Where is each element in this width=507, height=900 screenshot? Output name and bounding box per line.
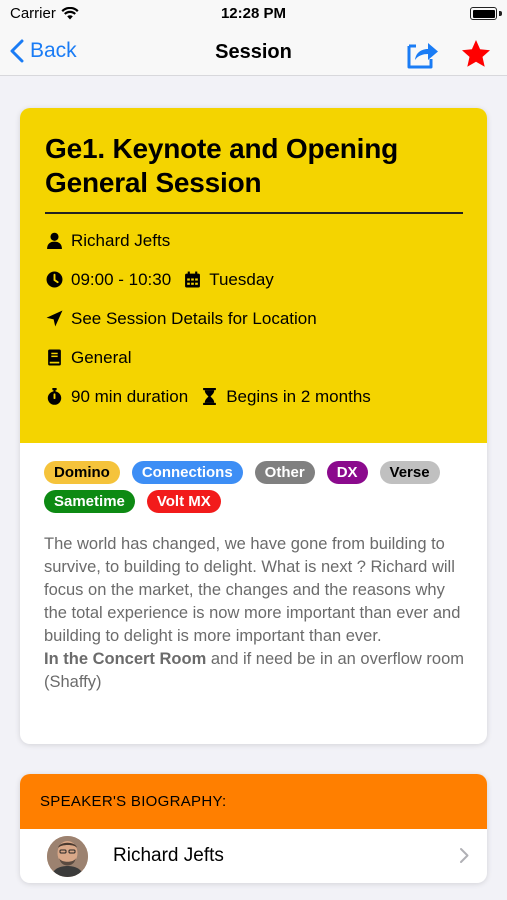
battery-icon (470, 7, 497, 20)
battery-level (472, 9, 495, 18)
speaker-link-name: Richard Jefts (113, 845, 224, 866)
tag-dx[interactable]: DX (326, 461, 368, 484)
chevron-right-icon (460, 848, 469, 863)
duration-row: 90 min duration Begins in 2 months (45, 377, 463, 416)
session-body: Domino Connections Other DX Verse Sameti… (20, 443, 487, 694)
title-divider (45, 212, 463, 214)
clock-icon (45, 271, 63, 289)
session-duration: 90 min duration (71, 386, 189, 406)
session-title-line-1: Ge1. Keynote and Opening (45, 133, 399, 164)
share-button[interactable] (406, 38, 440, 70)
room-name: In the Concert Room (44, 650, 207, 668)
session-description: The world has changed, we have gone from… (44, 535, 461, 645)
status-bar: Carrier 12:28 PM (0, 0, 507, 30)
session-card: Ge1. Keynote and Opening General Session… (20, 108, 487, 744)
avatar (47, 836, 88, 877)
stopwatch-icon (45, 388, 63, 406)
tag-sametime[interactable]: Sametime (44, 490, 135, 513)
book-icon (45, 349, 63, 367)
session-begins: Begins in 2 months (226, 386, 371, 406)
status-time: 12:28 PM (220, 5, 287, 22)
location-row: See Session Details for Location (45, 299, 463, 338)
user-icon (45, 232, 63, 250)
share-icon (407, 43, 438, 69)
tag-list: Domino Connections Other DX Verse Sameti… (44, 461, 444, 513)
session-title-line-2: General Session (45, 167, 262, 198)
speaker-row-link[interactable]: Richard Jefts (20, 829, 487, 883)
speaker-row: Richard Jefts (45, 221, 463, 260)
tag-other[interactable]: Other (254, 461, 315, 484)
location-arrow-icon (45, 310, 63, 328)
calendar-icon (183, 271, 201, 289)
session-time: 09:00 - 10:30 (71, 269, 172, 289)
session-header: Ge1. Keynote and Opening General Session… (20, 108, 487, 443)
session-title: Ge1. Keynote and Opening General Session (45, 132, 463, 200)
session-track: General (71, 347, 132, 367)
track-row: General (45, 338, 463, 377)
star-icon (462, 40, 490, 67)
speaker-name: Richard Jefts (71, 230, 171, 250)
tag-domino[interactable]: Domino (44, 461, 120, 484)
battery-cap (499, 11, 502, 16)
session-location: See Session Details for Location (71, 308, 317, 328)
tag-verse[interactable]: Verse (379, 461, 440, 484)
session-day: Tuesday (209, 269, 274, 289)
biography-header: SPEAKER'S BIOGRAPHY: (20, 774, 487, 829)
session-room: In the Concert Room and if need be in an… (44, 648, 464, 694)
speaker-biography-card: SPEAKER'S BIOGRAPHY: Richard Jefts (20, 774, 487, 883)
time-row: 09:00 - 10:30 Tuesday (45, 260, 463, 299)
hourglass-icon (200, 388, 218, 406)
navigation-bar: Back Session (0, 30, 507, 76)
tag-volt-mx[interactable]: Volt MX (146, 490, 221, 513)
favorite-button[interactable] (460, 38, 492, 70)
tag-connections[interactable]: Connections (131, 461, 243, 484)
